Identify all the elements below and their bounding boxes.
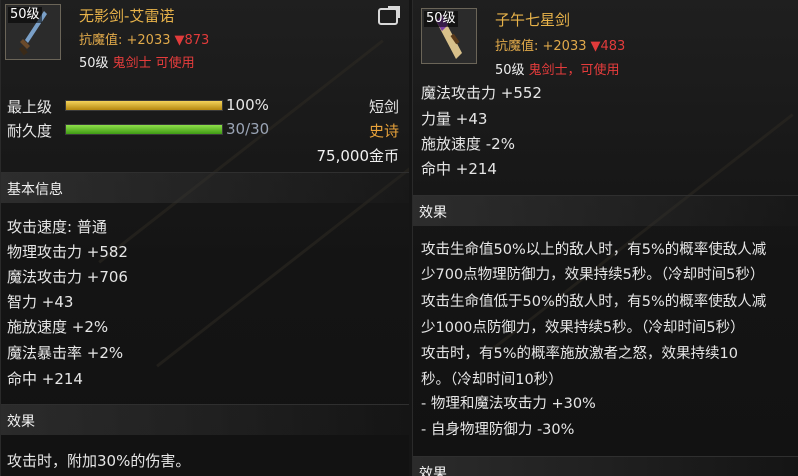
stat-line: 力量 +43 [421,110,488,128]
durability-value: 30/30 [226,120,270,138]
item-icon: 50级 [5,4,61,60]
stat-line: 攻击速度: 普通 [7,218,107,236]
requirement: 50级 鬼剑士，可使用 [495,59,620,78]
stat-line: 魔法暴击率 +2% [7,344,124,362]
section-effect: 效果 [413,456,798,476]
section-title: 效果 [419,205,447,221]
section-title: 基本信息 [7,182,63,198]
effect-text: 攻击时，附加30%的伤害。 [7,452,191,470]
required-level: 50级 [495,63,525,78]
stat-line: 命中 +214 [421,160,497,178]
magic-resist: 抗魔值: +2033 ▼873 [79,29,209,48]
effect-line: 攻击时，有5%的概率施放激者之怒，效果持续10 [421,346,738,362]
magic-resist-penalty: ▼483 [590,39,626,54]
effect-line: 攻击生命值50%以上的敌人时，有5%的概率使敌人减 [421,242,767,258]
section-basic-info: 基本信息 [1,172,409,203]
section-effect: 效果 [1,404,409,435]
requirement: 50级 鬼剑士 可使用 [79,52,195,71]
magic-resist: 抗魔值: +2033 ▼483 [495,35,625,54]
magic-resist-penalty: ▼873 [174,33,210,48]
section-title: 效果 [419,466,447,476]
stat-line: 命中 +214 [7,370,83,388]
stat-line: 魔法攻击力 +552 [421,84,542,102]
stat-line: 物理攻击力 +582 [7,243,128,261]
grade-bar [65,100,223,111]
effect-line: 少700点物理防御力，效果持续5秒。（冷却时间5秒） [421,267,765,283]
rarity-label: 史诗 [368,122,399,140]
price: 75,000金币 [316,147,400,165]
share-icon[interactable] [378,6,400,25]
magic-resist-value: 抗魔值: +2033 [495,39,587,54]
section-effect: 效果 [413,195,798,226]
grade-bar-fill [66,101,222,110]
item-name: 子午七星剑 [495,11,571,29]
effect-line: 少1000点防御力，效果持续5秒。（冷却时间5秒） [421,320,745,336]
required-level: 50级 [79,56,109,71]
magic-resist-value: 抗魔值: +2033 [79,33,171,48]
level-badge: 50级 [424,11,458,27]
item-icon: 50级 [421,8,477,64]
required-class: 鬼剑士 可使用 [112,56,195,71]
durability-label: 耐久度 [7,122,53,140]
weapon-type: 短剑 [368,98,399,116]
stat-line: 施放速度 -2% [421,135,515,153]
effect-line: 秒。（冷却时间10秒） [421,372,563,388]
level-badge: 50级 [8,7,42,23]
durability-bar [65,124,223,135]
section-title: 效果 [7,414,35,430]
required-class: 鬼剑士，可使用 [528,63,620,78]
grade-value: 100% [226,96,269,114]
stat-line: 智力 +43 [7,293,74,311]
item-tooltip-left: 50级 无影剑-艾雷诺 抗魔值: +2033 ▼873 50级 鬼剑士 可使用 最上… [0,0,409,476]
durability-bar-fill [66,125,222,134]
effect-line: - 物理和魔法攻击力 +30% [421,396,596,412]
stat-line: 施放速度 +2% [7,318,109,336]
effect-line: 攻击生命值低于50%的敌人时，有5%的概率使敌人减 [421,294,767,310]
item-name: 无影剑-艾雷诺 [79,7,175,25]
stat-line: 魔法攻击力 +706 [7,268,128,286]
item-tooltip-right: 50级 子午七星剑 抗魔值: +2033 ▼483 50级 鬼剑士，可使用 魔法攻击… [412,0,798,476]
background-streak [492,113,794,350]
effect-line: - 自身物理防御力 -30% [421,422,575,438]
grade-label: 最上级 [7,98,53,116]
